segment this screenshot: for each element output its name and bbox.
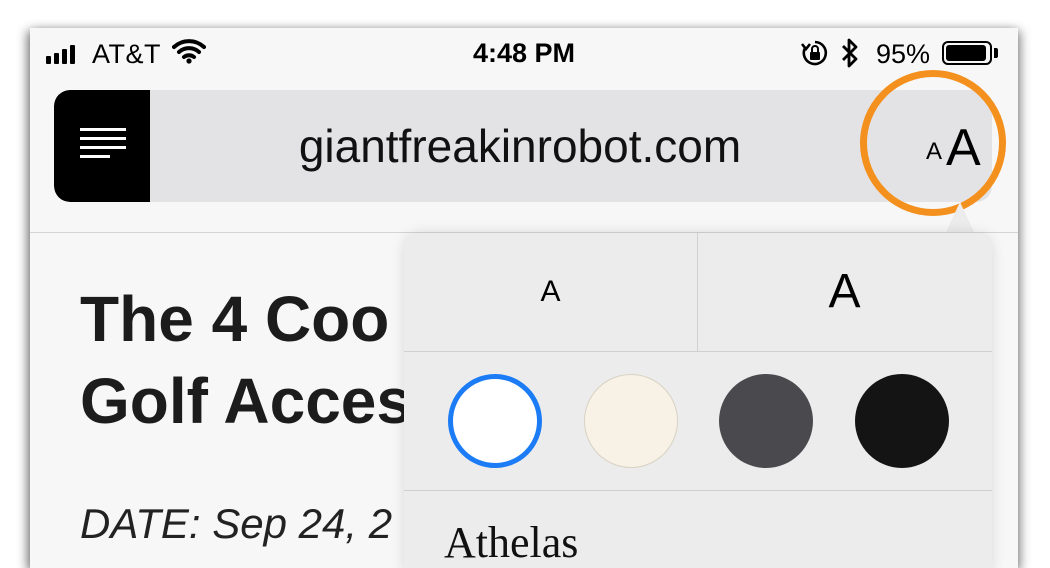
theme-white-button[interactable] (448, 374, 542, 468)
popover-arrow (946, 202, 974, 232)
battery-icon (942, 41, 992, 65)
theme-gray-button[interactable] (719, 374, 813, 468)
article-date: DATE: Sep 24, 2 (80, 500, 393, 547)
highlight-circle (860, 70, 1006, 216)
increase-font-button[interactable]: A (698, 233, 991, 351)
theme-row (404, 352, 992, 491)
theme-sepia-button[interactable] (584, 374, 678, 468)
status-bar: AT&T 4:48 PM 95% (30, 28, 1018, 80)
font-option-athelas[interactable]: Athelas (444, 517, 578, 568)
address-bar[interactable]: giantfreakinrobot.com A A (54, 90, 992, 202)
bluetooth-icon (838, 36, 862, 75)
reader-view-button[interactable] (54, 90, 150, 202)
decrease-font-button[interactable]: A (404, 233, 697, 351)
battery-percent: 95% (876, 39, 931, 69)
reader-options-popover: A A Athelas (404, 233, 992, 568)
font-size-row: A A (404, 233, 992, 352)
url-text[interactable]: giantfreakinrobot.com (150, 90, 890, 202)
status-time: 4:48 PM (472, 38, 576, 68)
reader-view-icon (80, 128, 126, 164)
rotation-lock-icon (800, 38, 830, 73)
theme-night-button[interactable] (855, 374, 949, 468)
phone-screen: AT&T 4:48 PM 95% giantfreakinrobot.com A… (30, 28, 1018, 568)
battery-nub (994, 48, 998, 58)
